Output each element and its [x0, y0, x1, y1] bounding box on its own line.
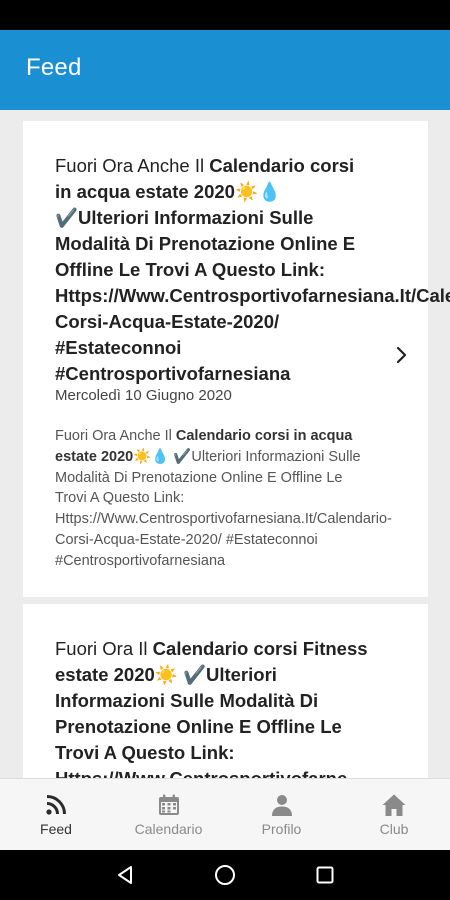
home-icon	[380, 791, 408, 819]
card-body: Fuori Ora Anche Il Calendario corsi in a…	[55, 426, 392, 572]
page-title: Feed	[26, 54, 82, 81]
rss-feed-icon	[42, 791, 70, 819]
status-bar	[0, 0, 450, 30]
system-nav-bar	[0, 850, 450, 900]
nav-item-profilo[interactable]: Profilo	[225, 779, 338, 851]
nav-item-club[interactable]: Club	[338, 779, 450, 851]
card-body-rest: ☀️💧 ✔️Ulteriori Informazioni Sulle Modal…	[55, 448, 392, 569]
app-bar: Feed	[0, 30, 450, 110]
card-title-lead: Fuori Ora Anche Il	[55, 155, 210, 176]
card-title: Fuori Ora Il Calendario corsi Fitness es…	[55, 636, 375, 778]
card-title-rest: ✔️Ulteriori Informazioni Sulle Modalità …	[55, 207, 450, 384]
home-circle-icon[interactable]	[213, 863, 237, 887]
nav-label-club: Club	[379, 821, 409, 837]
nav-label-profilo: Profilo	[261, 821, 302, 837]
bottom-nav: Feed Calendario Profilo Club	[0, 778, 450, 850]
card-title-lead: Fuori Ora Il	[55, 638, 153, 659]
feed-card[interactable]: Fuori Ora Anche Il Calendario corsi in a…	[23, 121, 450, 597]
nav-item-calendario[interactable]: Calendario	[112, 779, 225, 851]
back-icon[interactable]	[113, 863, 137, 887]
feed-card[interactable]: Fuori Ora Il Calendario corsi Fitness es…	[23, 604, 428, 778]
nav-label-calendario: Calendario	[134, 821, 203, 837]
card-body-lead: Fuori Ora Anche Il	[55, 428, 176, 444]
recents-icon[interactable]	[313, 863, 337, 887]
nav-item-feed[interactable]: Feed	[0, 779, 112, 851]
chevron-right-icon[interactable]	[394, 343, 410, 367]
feed-list[interactable]: Fuori Ora Anche Il Calendario corsi in a…	[0, 110, 450, 778]
card-title: Fuori Ora Anche Il Calendario corsi in a…	[55, 153, 450, 387]
card-date: Mercoledì 10 Giugno 2020	[55, 387, 232, 404]
nav-label-feed: Feed	[40, 821, 72, 837]
calendar-icon	[155, 791, 183, 819]
person-icon	[268, 791, 296, 819]
